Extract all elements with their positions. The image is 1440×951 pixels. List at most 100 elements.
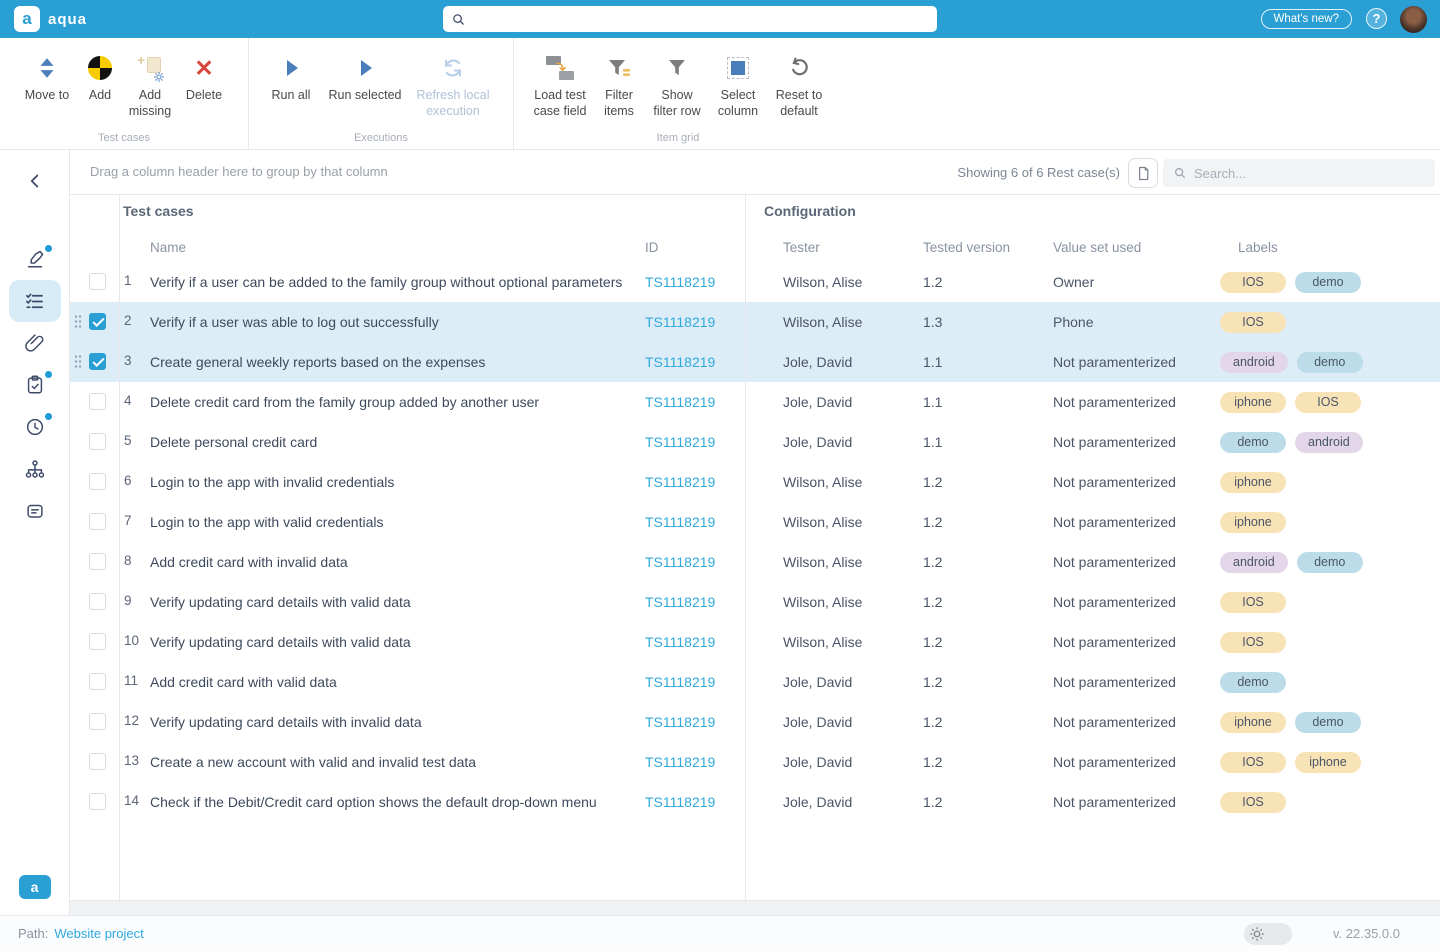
row-checkbox[interactable] [89,633,106,650]
run-all-button[interactable]: Run all [261,52,321,104]
global-search[interactable] [443,6,937,32]
column-header-labels[interactable]: Labels [1238,240,1278,255]
table-row[interactable]: 4 Delete credit card from the family gro… [70,382,1440,422]
table-row[interactable]: 6 Login to the app with invalid credenti… [70,462,1440,502]
test-case-name[interactable]: Create a new account with valid and inva… [150,742,476,782]
clipboard-check-icon [24,374,46,396]
row-checkbox[interactable] [89,313,106,330]
label-pill: demo [1295,272,1361,293]
row-checkbox[interactable] [89,473,106,490]
band-header-configuration[interactable]: Configuration [764,203,856,219]
table-row[interactable]: 10 Verify updating card details with val… [70,622,1440,662]
table-row[interactable]: 9 Verify updating card details with vali… [70,582,1440,622]
column-header-name[interactable]: Name [150,240,186,255]
row-checkbox[interactable] [89,753,106,770]
table-row[interactable]: 2 Verify if a user was able to log out s… [70,302,1440,342]
sidebar-item-attachments[interactable] [9,322,61,364]
column-header-value-set[interactable]: Value set used [1053,240,1141,255]
path-project-link[interactable]: Website project [54,926,143,941]
test-case-id-link[interactable]: TS1118219 [645,542,715,582]
brand[interactable]: a aqua [14,6,87,32]
reset-to-default-button[interactable]: Reset to default [766,52,832,119]
column-header-tested-version[interactable]: Tested version [923,240,1010,255]
refresh-local-execution-button[interactable]: Refresh local execution [409,52,497,119]
show-filter-row-button[interactable]: Show filter row [644,52,710,119]
grid-search-input[interactable] [1194,166,1425,181]
test-case-name[interactable]: Verify updating card details with valid … [150,582,411,622]
band-header-test-cases[interactable]: Test cases [123,203,194,219]
test-case-name[interactable]: Delete personal credit card [150,422,317,462]
group-by-bar[interactable]: Drag a column header here to group by th… [70,150,1440,195]
row-checkbox[interactable] [89,793,106,810]
sidebar-item-history[interactable] [9,406,61,448]
test-case-name[interactable]: Login to the app with invalid credential… [150,462,394,502]
table-row[interactable]: 1 Verify if a user can be added to the f… [70,262,1440,302]
test-case-name[interactable]: Verify if a user was able to log out suc… [150,302,439,342]
sidebar-item-test-cases[interactable] [9,280,61,322]
row-checkbox[interactable] [89,553,106,570]
test-case-name[interactable]: Verify updating card details with invali… [150,702,422,742]
test-case-name[interactable]: Verify if a user can be added to the fam… [150,262,622,302]
sidebar-item-comments[interactable] [9,490,61,532]
test-case-id-link[interactable]: TS1118219 [645,382,715,422]
drag-handle-icon[interactable] [74,354,82,370]
run-selected-button[interactable]: Run selected [321,52,409,104]
sidebar-item-hierarchy[interactable] [9,448,61,490]
test-case-id-link[interactable]: TS1118219 [645,262,715,302]
test-case-id-link[interactable]: TS1118219 [645,342,715,382]
row-checkbox[interactable] [89,433,106,450]
test-case-name[interactable]: Create general weekly reports based on t… [150,342,485,382]
table-row[interactable]: 13 Create a new account with valid and i… [70,742,1440,782]
test-case-id-link[interactable]: TS1118219 [645,462,715,502]
sidebar-collapse-button[interactable] [24,170,46,194]
test-case-name[interactable]: Add credit card with valid data [150,662,337,702]
sidebar-item-edit[interactable] [9,238,61,280]
table-row[interactable]: 11 Add credit card with valid data TS111… [70,662,1440,702]
user-avatar[interactable] [1400,6,1427,33]
table-row[interactable]: 7 Login to the app with valid credential… [70,502,1440,542]
drag-handle-icon[interactable] [74,314,82,330]
test-case-name[interactable]: Login to the app with valid credentials [150,502,383,542]
copy-document-button[interactable] [1128,158,1158,188]
row-checkbox[interactable] [89,673,106,690]
test-case-id-link[interactable]: TS1118219 [645,742,715,782]
test-case-id-link[interactable]: TS1118219 [645,582,715,622]
delete-button[interactable]: ✕ Delete [178,52,230,104]
table-row[interactable]: 3 Create general weekly reports based on… [70,342,1440,382]
help-button[interactable]: ? [1366,8,1387,29]
column-header-tester[interactable]: Tester [783,240,820,255]
test-case-id-link[interactable]: TS1118219 [645,662,715,702]
row-checkbox[interactable] [89,273,106,290]
test-case-id-link[interactable]: TS1118219 [645,302,715,342]
load-test-case-field-button[interactable]: Load test case field [526,52,594,119]
test-case-id-link[interactable]: TS1118219 [645,502,715,542]
global-search-input[interactable] [472,12,929,27]
test-case-name[interactable]: Add credit card with invalid data [150,542,348,582]
row-checkbox[interactable] [89,593,106,610]
move-to-button[interactable]: Move to [16,52,78,104]
test-case-name[interactable]: Check if the Debit/Credit card option sh… [150,782,597,822]
whats-new-button[interactable]: What's new? [1261,9,1352,29]
filter-items-button[interactable]: Filter items [594,52,644,119]
row-checkbox[interactable] [89,353,106,370]
test-case-id-link[interactable]: TS1118219 [645,622,715,662]
test-case-id-link[interactable]: TS1118219 [645,702,715,742]
test-case-id-link[interactable]: TS1118219 [645,422,715,462]
row-checkbox[interactable] [89,393,106,410]
row-checkbox[interactable] [89,713,106,730]
add-button[interactable]: Add [78,52,122,104]
table-row[interactable]: 5 Delete personal credit card TS1118219 … [70,422,1440,462]
select-column-button[interactable]: Select column [710,52,766,119]
column-header-id[interactable]: ID [645,240,659,255]
test-case-name[interactable]: Verify updating card details with valid … [150,622,411,662]
table-row[interactable]: 12 Verify updating card details with inv… [70,702,1440,742]
grid-search[interactable] [1163,159,1435,187]
row-checkbox[interactable] [89,513,106,530]
table-row[interactable]: 14 Check if the Debit/Credit card option… [70,782,1440,822]
add-missing-button[interactable]: + Add missing [122,52,178,119]
test-case-id-link[interactable]: TS1118219 [645,782,715,822]
settings-toggle[interactable] [1244,923,1292,945]
sidebar-item-tasks[interactable] [9,364,61,406]
table-row[interactable]: 8 Add credit card with invalid data TS11… [70,542,1440,582]
test-case-name[interactable]: Delete credit card from the family group… [150,382,539,422]
